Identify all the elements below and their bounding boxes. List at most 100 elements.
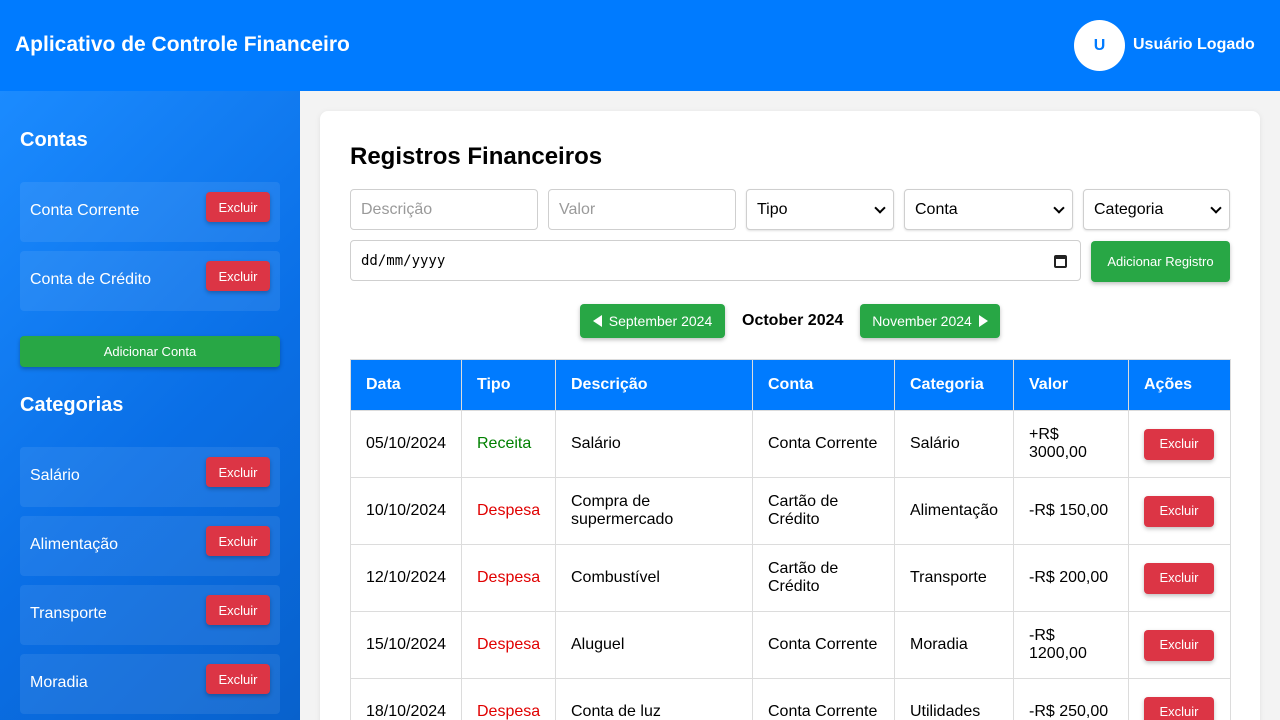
cell-date: 15/10/2024 [350,611,462,679]
cell-actions: Excluir [1128,611,1231,679]
next-month-button[interactable]: November 2024 [860,304,1000,338]
table-row: 18/10/2024 Despesa Conta de luz Conta Co… [350,678,1231,720]
delete-record-button[interactable]: Excluir [1144,428,1214,460]
cell-category: Salário [894,410,1014,478]
category-select[interactable]: Categoria [1083,189,1230,230]
column-header-date[interactable]: Data [350,359,462,411]
sidebar: Contas Conta Corrente Excluir Conta de C… [0,91,300,720]
account-select[interactable]: Conta [904,189,1073,230]
value-input[interactable]: Valor [548,189,736,230]
app-header: Aplicativo de Controle Financeiro U Usuá… [0,0,1280,91]
user-name[interactable]: Usuário Logado [1133,36,1255,54]
delete-category-button[interactable]: Excluir [206,664,270,694]
cell-description: Combustível [555,544,753,612]
date-input[interactable]: dd/mm/yyyy [350,240,1081,281]
column-header-description[interactable]: Descrição [555,359,753,411]
cell-actions: Excluir [1128,477,1231,545]
category-item-label: Transporte [30,605,107,622]
delete-account-button[interactable]: Excluir [206,261,270,291]
cell-type: Despesa [461,611,556,679]
delete-record-button[interactable]: Excluir [1144,562,1214,594]
description-input[interactable]: Descrição [350,189,538,230]
category-item: Alimentação Excluir [20,516,280,576]
page-title: Registros Financeiros [350,143,603,170]
delete-category-button[interactable]: Excluir [206,457,270,487]
cell-category: Transporte [894,544,1014,612]
cell-type: Despesa [461,678,556,720]
chevron-down-icon [1053,202,1065,214]
add-account-button[interactable]: Adicionar Conta [20,336,280,367]
cell-account: Conta Corrente [752,410,895,478]
category-item-label: Salário [30,467,80,484]
account-item-label: Conta Corrente [30,202,140,219]
cell-type: Despesa [461,544,556,612]
cell-type: Receita [461,410,556,478]
current-month-label: October 2024 [742,312,844,329]
category-item: Moradia Excluir [20,654,280,714]
cell-actions: Excluir [1128,678,1231,720]
cell-description: Salário [555,410,753,478]
avatar[interactable]: U [1074,20,1125,71]
cell-date: 18/10/2024 [350,678,462,720]
cell-description: Compra de supermercado [555,477,753,545]
account-item-label: Conta de Crédito [30,271,151,288]
table-row: 15/10/2024 Despesa Aluguel Conta Corrent… [350,611,1231,679]
cell-type: Despesa [461,477,556,545]
delete-record-button[interactable]: Excluir [1144,495,1214,527]
cell-value: +R$ 3000,00 [1013,410,1129,478]
accounts-heading: Contas [20,129,88,151]
column-header-category[interactable]: Categoria [894,359,1014,411]
prev-month-button[interactable]: September 2024 [580,304,725,338]
cell-value: -R$ 200,00 [1013,544,1129,612]
cell-description: Aluguel [555,611,753,679]
cell-category: Moradia [894,611,1014,679]
chevron-down-icon [1210,202,1222,214]
account-item: Conta Corrente Excluir [20,182,280,242]
chevron-down-icon [874,202,886,214]
table-row: 05/10/2024 Receita Salário Conta Corrent… [350,410,1231,478]
cell-value: -R$ 150,00 [1013,477,1129,545]
cell-value: -R$ 250,00 [1013,678,1129,720]
column-header-account[interactable]: Conta [752,359,895,411]
category-item-label: Alimentação [30,536,119,553]
cell-description: Conta de luz [555,678,753,720]
delete-category-button[interactable]: Excluir [206,595,270,625]
category-item: Transporte Excluir [20,585,280,645]
account-item: Conta de Crédito Excluir [20,251,280,311]
cell-category: Alimentação [894,477,1014,545]
type-select[interactable]: Tipo [746,189,894,230]
cell-account: Conta Corrente [752,678,895,720]
cell-account: Conta Corrente [752,611,895,679]
calendar-icon[interactable] [1054,255,1067,268]
add-record-button[interactable]: Adicionar Registro [1091,241,1230,282]
delete-category-button[interactable]: Excluir [206,526,270,556]
caret-left-icon [592,315,602,327]
caret-right-icon [978,315,988,327]
table-header-row: Data Tipo Descrição Conta Categoria Valo… [350,359,1231,411]
date-input-placeholder: dd/mm/yyyy [361,252,446,269]
delete-record-button[interactable]: Excluir [1144,696,1214,720]
column-header-actions: Ações [1128,359,1231,411]
delete-account-button[interactable]: Excluir [206,192,270,222]
category-item: Salário Excluir [20,447,280,507]
cell-account: Cartão de Crédito [752,477,895,545]
cell-value: -R$ 1200,00 [1013,611,1129,679]
cell-date: 12/10/2024 [350,544,462,612]
app-title: Aplicativo de Controle Financeiro [15,33,350,56]
table-row: 12/10/2024 Despesa Combustível Cartão de… [350,544,1231,612]
table-row: 10/10/2024 Despesa Compra de supermercad… [350,477,1231,545]
cell-date: 05/10/2024 [350,410,462,478]
records-table: Data Tipo Descrição Conta Categoria Valo… [350,359,1231,720]
category-select-value: Categoria [1094,200,1164,218]
column-header-type[interactable]: Tipo [461,359,556,411]
cell-date: 10/10/2024 [350,477,462,545]
column-header-value[interactable]: Valor [1013,359,1129,411]
categories-heading: Categorias [20,394,124,416]
records-card: Registros Financeiros Descrição Valor Ti… [320,111,1260,720]
category-item-label: Moradia [30,674,88,691]
account-select-value: Conta [915,200,958,218]
cell-account: Cartão de Crédito [752,544,895,612]
cell-actions: Excluir [1128,410,1231,478]
delete-record-button[interactable]: Excluir [1144,629,1214,661]
next-month-label: November 2024 [872,313,972,329]
